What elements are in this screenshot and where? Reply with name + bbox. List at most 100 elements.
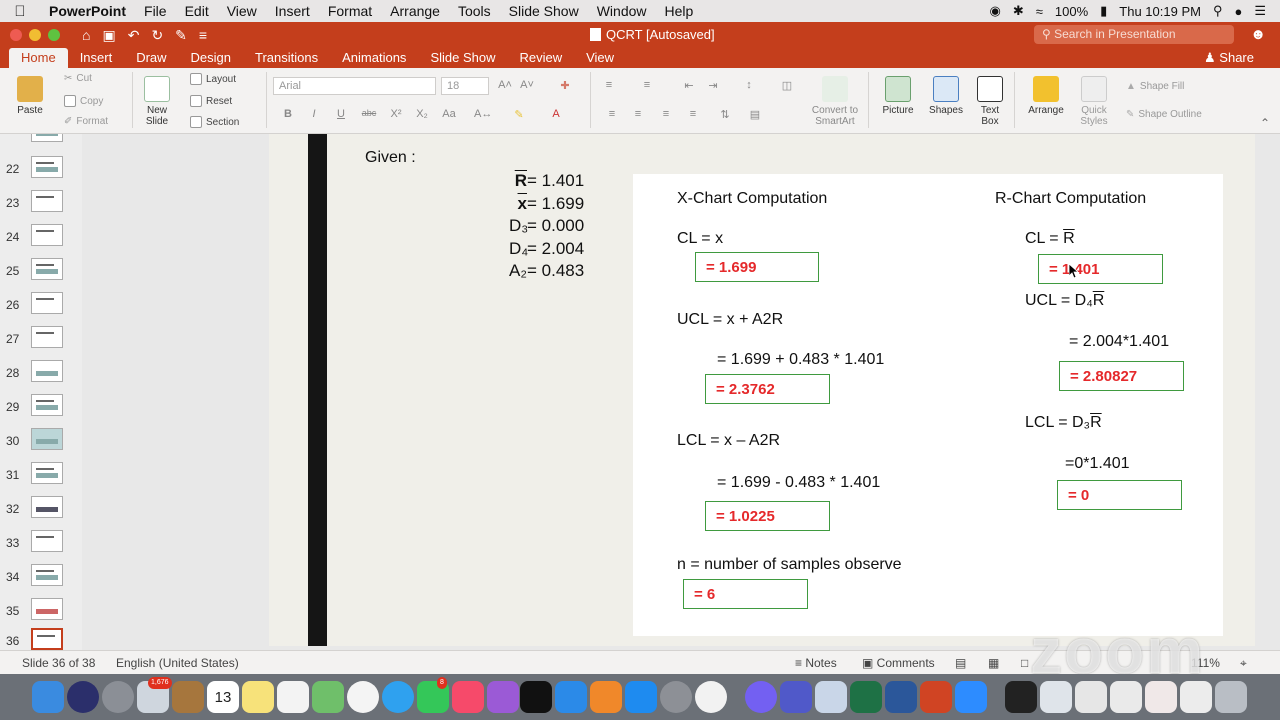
photos-icon[interactable]	[347, 681, 379, 713]
minimized-window-icon[interactable]	[1040, 681, 1072, 713]
reminders-icon[interactable]	[277, 681, 309, 713]
clear-formatting-icon[interactable]: ✚	[556, 79, 574, 95]
numbering-icon[interactable]: ≡	[638, 79, 656, 95]
close-window-button[interactable]	[10, 29, 22, 41]
thumbnail-22[interactable]: 22	[0, 156, 82, 186]
columns-icon[interactable]: ◫	[778, 79, 796, 95]
battery-icon[interactable]: ▮	[1100, 3, 1107, 19]
thumbnail-34[interactable]: 34	[0, 564, 82, 594]
slide-editor-canvas[interactable]: Given : R= 1.401 x= 1.699 D₃= 0.000 D₄= …	[82, 134, 1280, 650]
reading-view-icon[interactable]: □	[1021, 656, 1028, 670]
bold-icon[interactable]: B	[279, 108, 297, 124]
section-button[interactable]: Section	[190, 116, 239, 128]
menu-format[interactable]: Format	[319, 3, 381, 19]
books-icon[interactable]	[590, 681, 622, 713]
spotlight-search-icon[interactable]: ⚲	[1213, 3, 1223, 19]
apple-icon[interactable]: 	[0, 3, 40, 20]
text-box-button[interactable]: Text Box	[972, 76, 1008, 127]
thumbnail-27[interactable]: 27	[0, 326, 82, 356]
search-presentation-input[interactable]: ⚲ Search in Presentation	[1034, 25, 1234, 44]
collapse-ribbon-icon[interactable]: ⌃	[1260, 116, 1270, 130]
menu-app-powerpoint[interactable]: PowerPoint	[40, 3, 135, 19]
shape-fill-button[interactable]: ▲ Shape Fill	[1126, 81, 1184, 92]
thumbnail-29[interactable]: 29	[0, 394, 82, 424]
align-center-icon[interactable]: ≡	[629, 108, 647, 124]
align-text-icon[interactable]: ▤	[746, 108, 764, 124]
shapes-button[interactable]: Shapes	[926, 76, 966, 116]
menu-window[interactable]: Window	[588, 3, 656, 19]
font-name-select[interactable]: Arial	[273, 77, 436, 95]
chrome-icon[interactable]	[695, 681, 727, 713]
x-cl-result-box[interactable]: = 1.699	[695, 252, 819, 282]
tab-draw[interactable]: Draw	[124, 48, 178, 68]
copy-button[interactable]: Copy	[64, 95, 103, 107]
change-case-icon[interactable]: Aa	[440, 108, 458, 124]
tab-view[interactable]: View	[574, 48, 626, 68]
r-cl-result-box[interactable]: = 1.401	[1038, 254, 1163, 284]
computation-panel[interactable]: X-Chart Computation CL = x = 1.699 UCL =…	[633, 174, 1223, 636]
launchpad-icon[interactable]	[102, 681, 134, 713]
strikethrough-icon[interactable]: abc	[358, 108, 380, 124]
podcasts-icon[interactable]	[487, 681, 519, 713]
new-slide-button[interactable]: New Slide	[138, 76, 176, 127]
tab-animations[interactable]: Animations	[330, 48, 418, 68]
bullets-icon[interactable]: ≡	[600, 79, 618, 95]
convert-smartart-button[interactable]: Convert to SmartArt	[806, 76, 864, 127]
align-left-icon[interactable]: ≡	[603, 108, 621, 124]
comments-button[interactable]: ▣ Comments	[862, 656, 935, 670]
tab-insert[interactable]: Insert	[68, 48, 125, 68]
maps-icon[interactable]	[312, 681, 344, 713]
preview-doc-icon[interactable]	[815, 681, 847, 713]
calendar-icon[interactable]: 13	[207, 681, 239, 713]
underline-icon[interactable]: U	[332, 108, 350, 124]
notes-app-icon[interactable]	[172, 681, 204, 713]
increase-font-icon[interactable]: A˄	[496, 79, 514, 95]
justify-icon[interactable]: ≡	[684, 108, 702, 124]
thumbnail-33[interactable]: 33	[0, 530, 82, 560]
battery-percent[interactable]: 100%	[1055, 4, 1088, 19]
font-color-icon[interactable]: A	[547, 108, 565, 124]
stickies-icon[interactable]	[242, 681, 274, 713]
cut-button[interactable]: ✂ Cut	[64, 73, 92, 84]
menu-tools[interactable]: Tools	[449, 3, 500, 19]
highlight-icon[interactable]: ✎	[510, 108, 528, 124]
text-direction-icon[interactable]: ⇅	[716, 108, 734, 124]
zoom-window-button[interactable]	[48, 29, 60, 41]
minimized-window-icon[interactable]	[1075, 681, 1107, 713]
teams-icon[interactable]	[780, 681, 812, 713]
minimize-window-button[interactable]	[29, 29, 41, 41]
thumbnail-25[interactable]: 25	[0, 258, 82, 288]
menu-insert[interactable]: Insert	[266, 3, 319, 19]
paste-button[interactable]: Paste	[12, 76, 48, 116]
thumbnail-36[interactable]: 36	[0, 628, 82, 650]
user-account-icon[interactable]: ☻	[1250, 26, 1266, 43]
normal-view-icon[interactable]: ▤	[955, 656, 966, 670]
redo-icon[interactable]: ↻	[151, 27, 163, 44]
r-lcl-result-box[interactable]: = 0	[1057, 480, 1182, 510]
apple-tv-icon[interactable]	[520, 681, 552, 713]
sample-size-result-box[interactable]: = 6	[683, 579, 808, 609]
system-preferences-icon[interactable]	[660, 681, 692, 713]
viber-icon[interactable]	[745, 681, 777, 713]
minimized-window-icon[interactable]	[1110, 681, 1142, 713]
siri-icon[interactable]: ●	[1234, 4, 1242, 19]
thumbnail-26[interactable]: 26	[0, 292, 82, 322]
menu-slide-show[interactable]: Slide Show	[500, 3, 588, 19]
minimized-window-icon[interactable]	[1145, 681, 1177, 713]
tab-slide-show[interactable]: Slide Show	[418, 48, 507, 68]
undo-icon[interactable]: ↶	[128, 27, 140, 44]
current-slide[interactable]: Given : R= 1.401 x= 1.699 D₃= 0.000 D₄= …	[269, 134, 1255, 646]
thumbnail-35[interactable]: 35	[0, 598, 82, 628]
notes-button[interactable]: ≡ Notes	[795, 656, 837, 670]
menu-edit[interactable]: Edit	[176, 3, 218, 19]
thumbnail-23[interactable]: 23	[0, 190, 82, 220]
notification-center-icon[interactable]: ☰	[1254, 3, 1266, 19]
shape-outline-button[interactable]: ✎ Shape Outline	[1126, 109, 1202, 120]
font-size-select[interactable]: 18	[441, 77, 489, 95]
line-spacing-icon[interactable]: ↕	[740, 79, 758, 95]
edit-icon[interactable]: ✎	[175, 27, 187, 44]
messages-icon[interactable]	[382, 681, 414, 713]
safari-icon[interactable]	[555, 681, 587, 713]
tab-review[interactable]: Review	[507, 48, 574, 68]
customize-toolbar-icon[interactable]: ≡	[199, 27, 207, 44]
